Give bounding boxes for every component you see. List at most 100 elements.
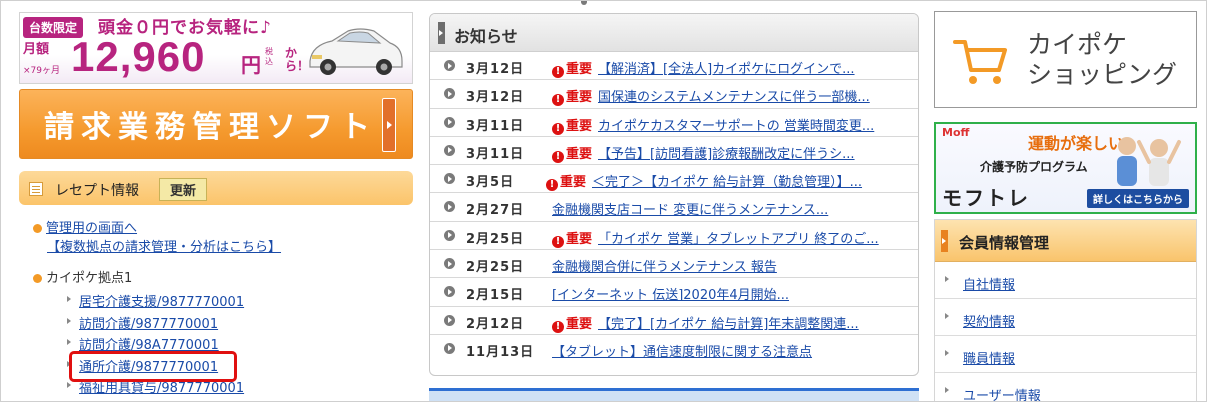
receipt-info-title: レセプト情報	[55, 183, 139, 199]
news-item[interactable]: 2月12日 ! 重要 【完了】[カイポケ 給与計算]年末調整関連...	[430, 307, 918, 335]
member-menu: 自社情報 契約情報 職員情報 ユーザー情報	[935, 262, 1196, 401]
chevron-right-icon	[444, 286, 455, 298]
admin-screen-link[interactable]: 管理用の画面へ	[33, 217, 137, 236]
news-link[interactable]: 【タブレット】通信速度制限に関する注意点	[552, 341, 812, 360]
important-badge: ! 重要	[552, 86, 592, 107]
chevron-right-icon	[444, 116, 455, 128]
important-badge: ! 重要	[552, 115, 592, 135]
chevron-right-icon	[941, 230, 948, 252]
middle-column: お知らせ 3月12日! 重要 【解消済】[全法人]カイポケにログインで... 3月12…	[429, 13, 919, 401]
news-link[interactable]: [インターネット 伝送]2020年4月開始...	[552, 284, 789, 303]
news-date: 2月25日	[466, 231, 525, 247]
news-link[interactable]: 「カイポケ 営業」タブレットアプリ 終了のご...	[598, 228, 879, 247]
member-info-header: 会員情報管理	[935, 220, 1196, 262]
news-item[interactable]: 3月11日 ! 重要 【予告】[訪問看護]診療報酬改定に伴うシ...	[430, 137, 918, 166]
news-item[interactable]: 3月12日 ! 重要 【解消済】[全法人]カイポケにログインで...	[430, 52, 918, 81]
car-from-label: から！	[285, 46, 310, 73]
news-link[interactable]: 【完了】[カイポケ 給与計算]年末調整関連...	[598, 313, 859, 332]
news-item[interactable]: 2月25日 金融機関合併に伴うメンテナンス 報告	[430, 250, 918, 279]
news-header: お知らせ	[430, 14, 918, 52]
member-link-staff[interactable]: 職員情報	[935, 336, 1196, 373]
member-link-company[interactable]: 自社情報	[935, 262, 1196, 299]
receipt-info-header: レセプト情報 更新	[19, 171, 413, 205]
news-link[interactable]: 金融機関合併に伴うメンテナンス 報告	[552, 256, 777, 275]
news-link[interactable]: 【解消済】[全法人]カイポケにログインで...	[598, 58, 855, 77]
left-column: 台数限定 頭金０円でお気軽に♪ 月額 ×79ヶ月 12,960 円 税込 から！…	[19, 9, 415, 401]
exclamation-icon: !	[552, 320, 564, 333]
news-date: 2月15日	[466, 288, 525, 304]
kaipoke-shopping-banner[interactable]: カイポケ ショッピング	[934, 11, 1197, 108]
moff-training-banner[interactable]: Moff 運動が楽しい 介護予防プログラム モフトレ 詳しくはこちらから	[934, 122, 1197, 214]
billing-software-label: 請求業務管理ソフト	[44, 110, 377, 145]
billing-software-banner[interactable]: 請求業務管理ソフト	[19, 89, 413, 159]
service-link-home-care-support[interactable]: 居宅介護支援/9877770001	[67, 291, 244, 313]
news-item[interactable]: 2月15日 [インターネット 伝送]2020年4月開始...	[430, 278, 918, 307]
chevron-right-icon	[444, 88, 455, 100]
chevron-right-icon	[444, 173, 455, 185]
car-monthly-label: 月額	[23, 42, 50, 57]
news-date: 3月11日	[466, 146, 525, 162]
exclamation-icon: !	[552, 66, 564, 78]
news-link[interactable]: 国保連のシステムメンテナンスに伴う一部機...	[598, 86, 870, 105]
member-info-title: 会員情報管理	[959, 234, 1050, 252]
chevron-right-icon	[444, 314, 455, 326]
exclamation-icon: !	[546, 179, 558, 192]
right-column: カイポケ ショッピング Moff 運動が楽しい 介護予防プログラム モフトレ 詳…	[934, 11, 1197, 401]
shopping-label: カイポケ ショッピング	[1027, 30, 1178, 89]
service-link-home-visit-care-1[interactable]: 訪問介護/9877770001	[67, 313, 244, 335]
chevron-right-icon	[444, 258, 455, 270]
car-lease-banner[interactable]: 台数限定 頭金０円でお気軽に♪ 月額 ×79ヶ月 12,960 円 税込 から！	[19, 12, 413, 84]
moff-logo: Moff	[942, 126, 970, 139]
service-list: 居宅介護支援/9877770001 訪問介護/9877770001 訪問介護/9…	[67, 291, 244, 399]
important-badge: ! 重要	[552, 143, 592, 163]
exclamation-icon: !	[552, 150, 564, 163]
news-item[interactable]: 3月5日 ! 重要 ＜完了＞【カイポケ 給与計算（勤怠管理）】...	[430, 165, 918, 194]
news-link[interactable]: 金融機関支店コード 変更に伴うメンテナンス...	[552, 199, 828, 218]
news-date: 2月25日	[466, 260, 525, 276]
car-tax-label: 税込	[265, 47, 273, 66]
important-badge: ! 重要	[552, 228, 592, 248]
car-yen: 円	[241, 53, 261, 77]
multi-site-billing-link[interactable]: 【複数拠点の請求管理・分析はこちら】	[47, 236, 281, 255]
news-panel: お知らせ 3月12日! 重要 【解消済】[全法人]カイポケにログインで... 3月12…	[429, 13, 919, 376]
member-link-user[interactable]: ユーザー情報	[935, 373, 1196, 401]
news-item[interactable]: 3月11日 ! 重要 カイポケカスタマーサポートの 営業時間変更...	[430, 109, 918, 137]
chevron-right-icon	[444, 60, 455, 71]
chevron-right-icon	[444, 144, 455, 156]
chevron-right-icon	[444, 229, 455, 241]
member-info-panel: 会員情報管理 自社情報 契約情報 職員情報 ユーザー情報	[934, 219, 1197, 401]
member-link-contract[interactable]: 契約情報	[935, 299, 1196, 336]
news-link[interactable]: ＜完了＞【カイポケ 給与計算（勤怠管理）】...	[592, 171, 862, 190]
important-badge: ! 重要	[546, 171, 586, 192]
orange-bullet-icon	[33, 274, 42, 283]
chevron-right-icon	[438, 22, 445, 44]
important-badge: ! 重要	[552, 58, 592, 78]
moff-name: モフトレ	[942, 186, 1030, 210]
news-date: 3月11日	[466, 118, 525, 134]
moff-details-button[interactable]: 詳しくはこちらから	[1087, 189, 1189, 208]
news-link[interactable]: カイポケカスタマーサポートの 営業時間変更...	[598, 115, 874, 134]
car-image	[309, 28, 403, 75]
car-price-box: 月額 ×79ヶ月 12,960 円 税込 から！	[23, 33, 343, 81]
moff-program-label: 介護予防プログラム	[980, 160, 1088, 174]
car-price: 12,960	[71, 33, 206, 80]
exclamation-icon: !	[552, 94, 564, 107]
exclamation-icon: !	[552, 122, 564, 135]
news-link[interactable]: 【予告】[訪問看護]診療報酬改定に伴うシ...	[598, 143, 855, 162]
news-item[interactable]: 3月12日 ! 重要 国保連のシステムメンテナンスに伴う一部機...	[430, 80, 918, 109]
shopping-cart-icon	[953, 40, 1007, 84]
news-item[interactable]: 2月27日 金融機関支店コード 変更に伴うメンテナンス...	[430, 193, 918, 222]
important-badge: ! 重要	[552, 313, 592, 333]
news-date: 3月12日	[466, 90, 525, 106]
chevron-right-icon	[444, 201, 455, 213]
news-list: 3月12日! 重要 【解消済】[全法人]カイポケにログインで... 3月12日! 重要国…	[430, 52, 918, 363]
news-date: 3月12日	[466, 62, 525, 77]
site-label: カイポケ拠点1	[33, 267, 132, 286]
car-months-label: ×79ヶ月	[23, 66, 60, 76]
news-item[interactable]: 11月13日 【タブレット】通信速度制限に関する注意点	[430, 335, 918, 363]
news-date: 3月5日	[466, 175, 515, 191]
scroll-nub	[581, 1, 587, 5]
blue-banner-edge	[429, 388, 919, 401]
chevron-right-icon	[444, 342, 455, 354]
news-item[interactable]: 2月25日 ! 重要 「カイポケ 営業」タブレットアプリ 終了のご...	[430, 222, 918, 251]
